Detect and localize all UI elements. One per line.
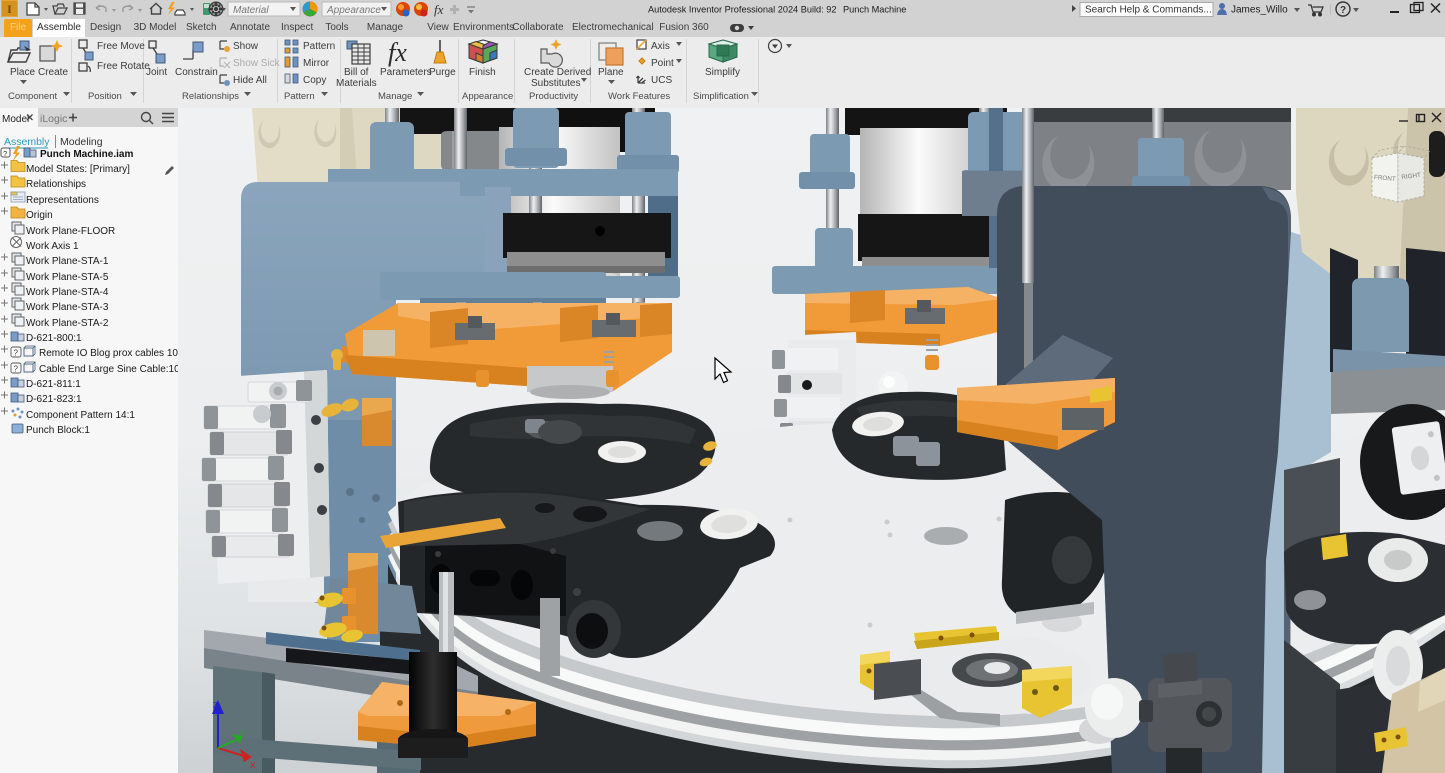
svg-text:Hide All: Hide All (233, 75, 267, 86)
svg-text:Work Plane-STA-1: Work Plane-STA-1 (26, 256, 109, 267)
svg-text:Substitutes: Substitutes (531, 78, 580, 89)
svg-text:fx: fx (388, 38, 407, 67)
svg-text:UCS: UCS (651, 75, 672, 86)
svg-text:Y: Y (240, 730, 246, 739)
svg-text:Punch Machine: Punch Machine (843, 5, 906, 15)
svg-text:D-621-811:1: D-621-811:1 (26, 379, 81, 390)
svg-text:Autodesk Inventor Professional: Autodesk Inventor Professional 2024 Buil… (648, 5, 836, 15)
svg-text:Purge: Purge (429, 67, 456, 78)
svg-text:iLogic: iLogic (40, 113, 67, 125)
svg-text:Show Sick: Show Sick (233, 58, 281, 69)
svg-text:Punch Block:1: Punch Block:1 (26, 425, 90, 436)
svg-text:Simplification: Simplification (693, 91, 749, 102)
svg-text:Remote IO Blog prox cables 101: Remote IO Blog prox cables 101:1 (Unr (39, 348, 178, 359)
svg-text:Copy: Copy (303, 75, 326, 86)
svg-text:Bill of: Bill of (344, 67, 369, 78)
svg-text:X: X (250, 761, 256, 770)
svg-text:Work Plane-STA-2: Work Plane-STA-2 (26, 318, 109, 329)
svg-text:Work Plane-STA-3: Work Plane-STA-3 (26, 302, 109, 313)
svg-text:Manage: Manage (378, 91, 412, 102)
svg-text:Place: Place (10, 67, 35, 78)
svg-text:Constrain: Constrain (175, 67, 218, 78)
svg-text:Work Axis 1: Work Axis 1 (26, 241, 79, 252)
svg-text:Productivity: Productivity (529, 91, 578, 102)
svg-text:Work Plane-STA-5: Work Plane-STA-5 (26, 272, 109, 283)
svg-text:?: ? (14, 349, 19, 358)
svg-text:?: ? (14, 365, 19, 374)
svg-text:Parameters: Parameters (380, 67, 432, 78)
svg-text:Simplify: Simplify (705, 67, 740, 78)
svg-text:Pattern: Pattern (284, 91, 315, 102)
svg-text:Cable End Large Sine Cable:10: Cable End Large Sine Cable:10 (Unreso (39, 364, 178, 375)
svg-text:Z: Z (213, 701, 218, 710)
svg-text:I: I (7, 2, 12, 16)
svg-text:Relationships: Relationships (26, 179, 86, 190)
svg-text:Mirror: Mirror (303, 58, 330, 69)
svg-text:Plane: Plane (598, 67, 624, 78)
svg-text:Joint: Joint (146, 67, 167, 78)
svg-text:?: ? (1340, 5, 1346, 16)
svg-text:Model: Model (2, 114, 29, 125)
svg-text:Free Rotate: Free Rotate (97, 61, 150, 72)
svg-text:D-621-800:1: D-621-800:1 (26, 333, 82, 344)
svg-text:D-621-823:1: D-621-823:1 (26, 394, 82, 405)
svg-text:Pattern: Pattern (303, 41, 335, 52)
svg-text:Work Plane-FLOOR: Work Plane-FLOOR (26, 226, 115, 237)
svg-text:Create: Create (38, 67, 68, 78)
svg-text:Search Help & Commands...: Search Help & Commands... (1085, 5, 1212, 16)
svg-text:fx: fx (434, 2, 444, 17)
svg-text:Free Move: Free Move (97, 41, 145, 52)
svg-text:Finish: Finish (469, 67, 496, 78)
svg-text:Position: Position (88, 91, 122, 102)
svg-text:Assembly: Assembly (4, 136, 50, 148)
svg-text:Origin: Origin (26, 210, 53, 221)
svg-text:Work Plane-STA-4: Work Plane-STA-4 (26, 287, 109, 298)
svg-text:Axis: Axis (651, 41, 670, 52)
svg-text:Material: Material (233, 5, 269, 16)
svg-text:Relationships: Relationships (182, 91, 239, 102)
svg-text:Show: Show (233, 41, 259, 52)
svg-text:Create Derived: Create Derived (524, 67, 591, 78)
svg-text:Representations: Representations (26, 195, 99, 206)
svg-text:?: ? (3, 149, 7, 158)
svg-text:Materials: Materials (336, 78, 377, 89)
svg-text:Component Pattern 14:1: Component Pattern 14:1 (26, 410, 135, 421)
svg-text:Component: Component (8, 91, 57, 102)
svg-text:Modeling: Modeling (60, 136, 103, 148)
svg-text:Appearance: Appearance (326, 5, 381, 16)
svg-text:James_Willo: James_Willo (1231, 5, 1288, 16)
svg-text:Appearance: Appearance (462, 91, 513, 102)
svg-text:Punch Machine.iam: Punch Machine.iam (40, 149, 133, 160)
svg-text:Model States: [Primary]: Model States: [Primary] (26, 164, 130, 175)
svg-text:Work Features: Work Features (608, 91, 670, 102)
svg-text:Point: Point (651, 58, 674, 69)
